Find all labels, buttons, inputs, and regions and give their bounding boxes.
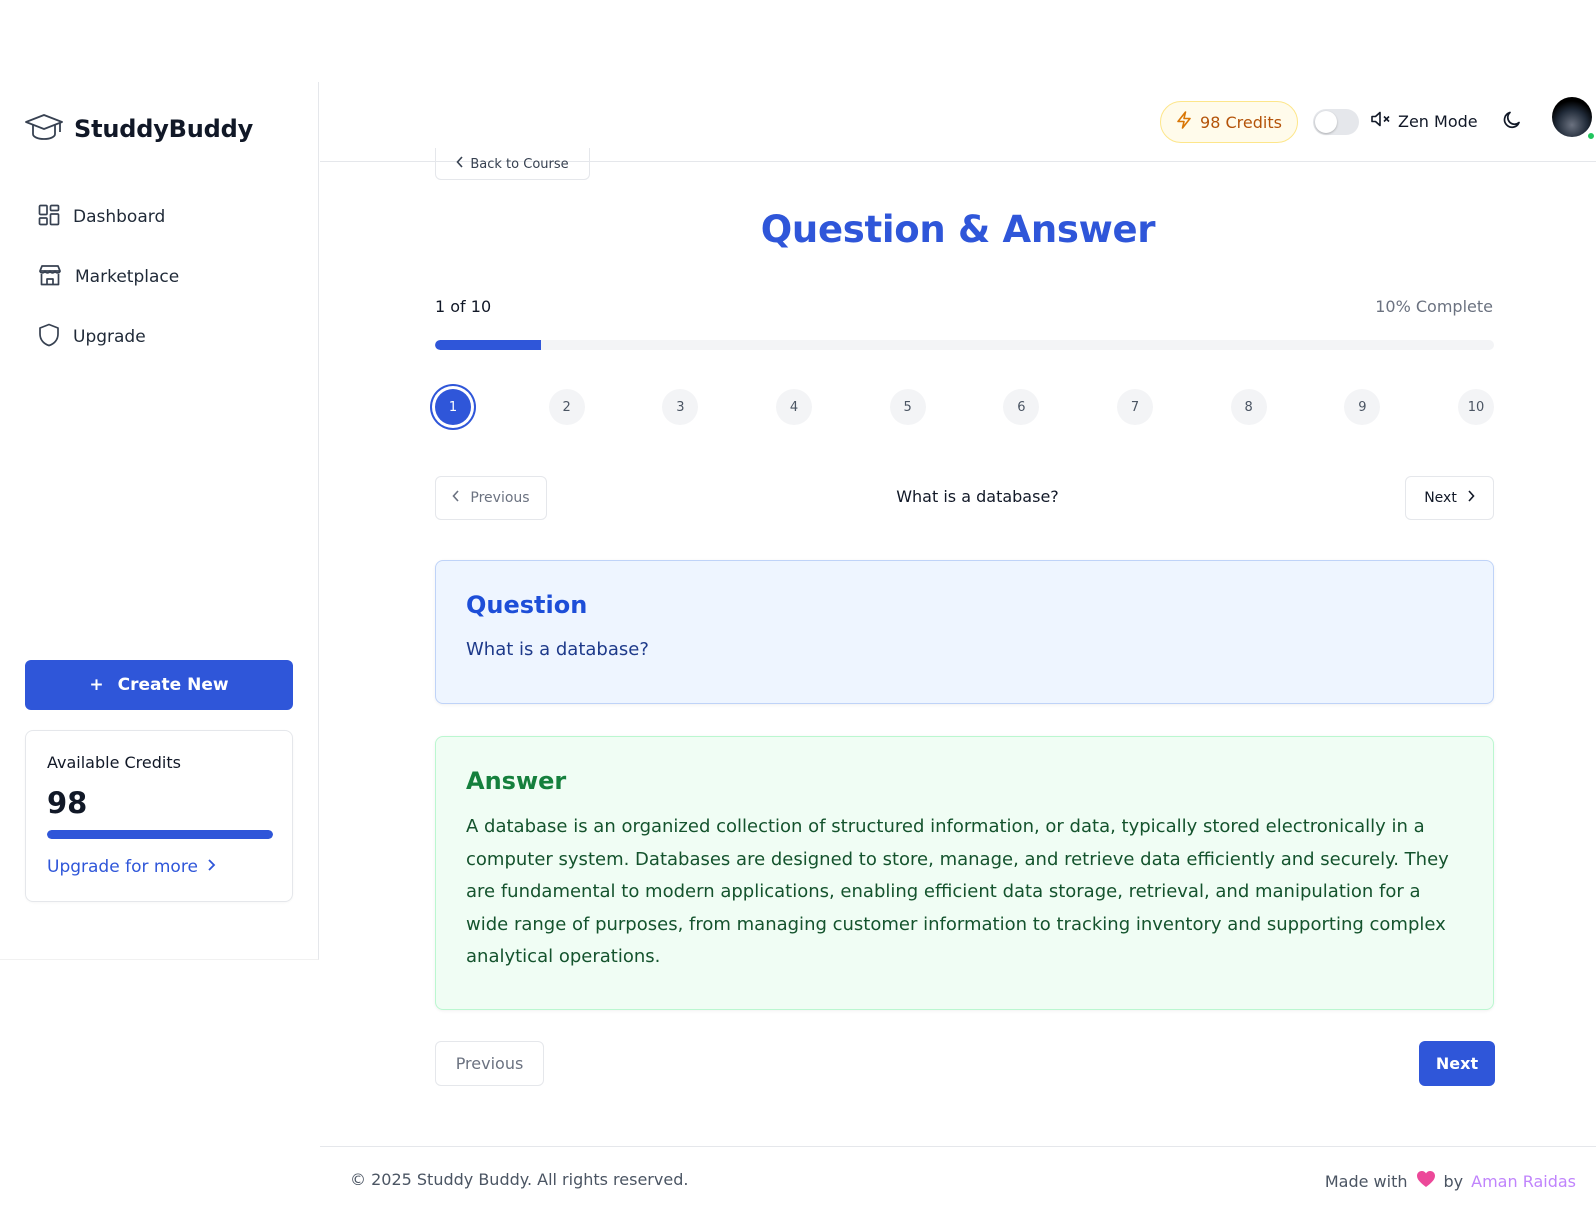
sidebar-nav: Dashboard Marketplace Upgrade [24, 187, 294, 367]
brand[interactable]: StuddyBuddy [24, 112, 253, 146]
step-8[interactable]: 8 [1230, 389, 1267, 425]
sidebar-item-marketplace[interactable]: Marketplace [24, 247, 294, 307]
progress-position: 1 of 10 [435, 297, 492, 316]
step-5[interactable]: 5 [889, 389, 926, 425]
step-1[interactable]: 1 [435, 389, 471, 425]
by-label: by [1443, 1171, 1464, 1191]
back-to-course-button[interactable]: Back to Course [435, 148, 590, 180]
credits-card: Available Credits 98 Upgrade for more [25, 730, 293, 902]
step-10[interactable]: 10 [1458, 389, 1494, 425]
grid-icon [38, 204, 60, 231]
heart-icon [1416, 1170, 1436, 1192]
zen-mode-toggle[interactable] [1313, 109, 1359, 135]
plus-icon: + [89, 675, 104, 695]
credits-card-label: Available Credits [47, 753, 181, 772]
zen-mode: Zen Mode [1370, 110, 1478, 132]
next-label: Next [1424, 490, 1457, 506]
toggle-knob [1315, 111, 1337, 133]
zen-mode-label: Zen Mode [1398, 111, 1478, 131]
sidebar-item-label: Dashboard [73, 207, 166, 227]
upgrade-for-more-link[interactable]: Upgrade for more [47, 857, 271, 877]
next-button-top[interactable]: Next [1405, 476, 1494, 520]
graduation-cap-icon [24, 112, 64, 146]
answer-card-title: Answer [466, 767, 567, 795]
back-to-course-label: Back to Course [470, 157, 569, 172]
create-new-label: Create New [117, 675, 229, 695]
question-card-title: Question [466, 591, 588, 619]
footer: © 2025 Studdy Buddy. All rights reserved… [320, 1146, 1596, 1210]
chevron-right-icon [1467, 490, 1475, 506]
chevron-left-icon [456, 156, 464, 172]
create-new-button[interactable]: + Create New [25, 660, 293, 710]
progress-bar [435, 340, 1494, 350]
shield-icon [38, 323, 60, 352]
copyright-text: © 2025 Studdy Buddy. All rights reserved… [350, 1170, 689, 1189]
volume-mute-icon [1370, 110, 1392, 132]
step-3[interactable]: 3 [662, 389, 699, 425]
moon-icon[interactable] [1502, 110, 1522, 134]
next-button[interactable]: Next [1419, 1041, 1495, 1086]
step-7[interactable]: 7 [1117, 389, 1153, 425]
chevron-right-icon [206, 857, 216, 877]
question-steps: 1 2 3 4 5 6 7 8 9 10 [435, 389, 1494, 425]
progress-percent: 10% Complete [1375, 297, 1493, 316]
step-9[interactable]: 9 [1344, 389, 1381, 425]
sidebar-item-label: Marketplace [75, 267, 180, 287]
credits-progress-fill [47, 830, 273, 839]
sidebar-item-dashboard[interactable]: Dashboard [24, 187, 294, 247]
answer-card-text: A database is an organized collection of… [466, 816, 1449, 967]
store-icon [38, 264, 62, 291]
avatar[interactable] [1552, 97, 1596, 141]
sidebar-item-label: Upgrade [73, 327, 146, 347]
credits-badge-label: 98 Credits [1200, 112, 1282, 132]
question-card: Question What is a database? [435, 560, 1494, 704]
made-with-label: Made with [1324, 1171, 1408, 1191]
made-with: Made with by Aman Raidas [1325, 1170, 1576, 1192]
sidebar-item-upgrade[interactable]: Upgrade [24, 307, 294, 367]
author-link[interactable]: Aman Raidas [1471, 1172, 1576, 1191]
page-title: Question & Answer [760, 208, 1156, 251]
answer-card: Answer A database is an organized collec… [435, 736, 1494, 1010]
online-status-dot [1586, 131, 1596, 141]
progress-bar-fill [435, 340, 541, 350]
credits-progress-bar [47, 830, 273, 839]
lightning-icon [1176, 111, 1192, 133]
credits-card-value: 98 [47, 786, 88, 820]
brand-title: StuddyBuddy [74, 115, 254, 143]
previous-button[interactable]: Previous [435, 1041, 544, 1086]
question-card-text: What is a database? [466, 639, 649, 660]
credits-badge[interactable]: 98 Credits [1160, 101, 1298, 143]
step-6[interactable]: 6 [1003, 389, 1040, 425]
step-2[interactable]: 2 [548, 389, 585, 425]
step-4[interactable]: 4 [776, 389, 812, 425]
sidebar: StuddyBuddy Dashboard Marketplace Upgrad… [0, 82, 319, 960]
upgrade-link-label: Upgrade for more [47, 857, 198, 877]
